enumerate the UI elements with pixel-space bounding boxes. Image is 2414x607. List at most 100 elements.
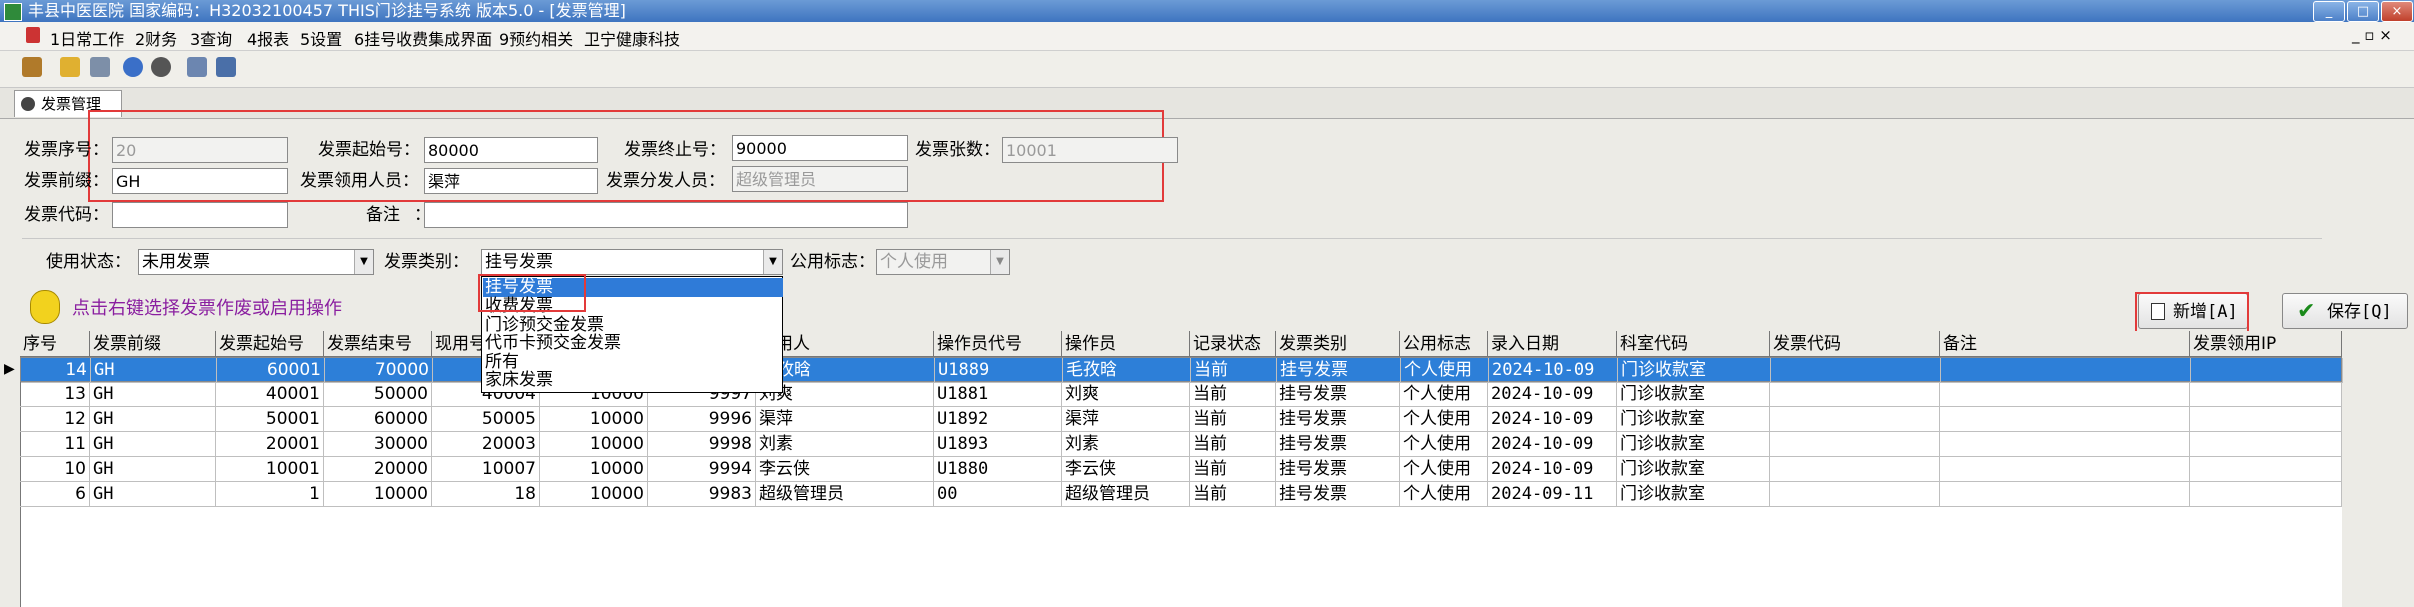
- minimize-button[interactable]: _: [2313, 1, 2345, 22]
- column-header[interactable]: 公用标志: [1400, 331, 1488, 357]
- app-icon: [4, 3, 22, 21]
- menu-registration-integration[interactable]: 6挂号收费集成界面: [354, 26, 492, 50]
- table-cell: 挂号发票: [1276, 432, 1400, 457]
- column-header[interactable]: 发票前缀: [90, 331, 216, 357]
- key-icon[interactable]: [60, 57, 80, 77]
- dropdown-option[interactable]: 家床发票: [483, 371, 783, 390]
- table-cell: 当前: [1190, 432, 1276, 457]
- printer-icon[interactable]: [90, 57, 110, 77]
- column-header[interactable]: 发票类别: [1276, 331, 1400, 357]
- current-row-indicator-icon: ▶: [4, 361, 15, 377]
- table-cell: 个人使用: [1401, 358, 1489, 383]
- table-cell: [2190, 382, 2342, 407]
- column-header[interactable]: 序号: [20, 331, 90, 357]
- table-cell: 20001: [216, 432, 324, 457]
- chevron-down-icon[interactable]: ▼: [354, 250, 373, 274]
- table-row[interactable]: 14 GH 60001 70000 毛孜晗 U1889 毛孜晗 当前 挂号发票 个人使用 2024-…: [20, 357, 2343, 383]
- menu-app-icon: [26, 27, 40, 43]
- prefix-field[interactable]: GH: [112, 168, 288, 194]
- save-button[interactable]: ✔ 保存[Q]: [2282, 293, 2408, 329]
- menu-query[interactable]: 3查询: [190, 26, 232, 50]
- menu-finance[interactable]: 2财务: [135, 26, 177, 50]
- window-title: 丰县中医医院 国家编码：H32032100457 THIS门诊挂号系统 版本5.…: [28, 1, 626, 20]
- table-cell: 10000: [540, 457, 648, 482]
- remark-field[interactable]: [424, 202, 908, 228]
- table-row[interactable]: 13 GH 40001 50000 40004 10000 9997 刘爽 U1881 刘爽 当前挂…: [20, 382, 2342, 407]
- table-cell: 10000: [540, 432, 648, 457]
- table-cell: 门诊收款室: [1617, 407, 1770, 432]
- table-cell: 门诊收款室: [1617, 382, 1770, 407]
- table-cell: 50001: [216, 407, 324, 432]
- exit-icon[interactable]: [216, 57, 236, 77]
- user-icon[interactable]: [151, 57, 171, 77]
- menu-bar: 1日常工作 2财务 3查询 4报表 5设置 6挂号收费集成界面 9预约相关 卫宁…: [0, 22, 2414, 51]
- menu-settings[interactable]: 5设置: [300, 26, 342, 50]
- lock-icon[interactable]: [22, 57, 42, 77]
- end-number-field[interactable]: 90000: [732, 135, 908, 161]
- table-cell: [1940, 382, 2190, 407]
- checkmark-icon: ✔: [2297, 299, 2316, 324]
- column-header[interactable]: 发票结束号: [324, 331, 432, 357]
- highlight-box-dropdown: [478, 274, 586, 312]
- table-cell: 刘爽: [1062, 382, 1190, 407]
- table-cell: [1770, 457, 1940, 482]
- table-cell: 当前: [1190, 482, 1276, 507]
- table-cell: 60001: [217, 358, 325, 383]
- table-row[interactable]: 10 GH 10001 20000 10007 10000 9994 李云侠 U1880 李云侠当…: [20, 457, 2342, 482]
- help-icon[interactable]: [123, 57, 143, 77]
- close-button[interactable]: ×: [2381, 1, 2413, 22]
- table-cell: 门诊收款室: [1617, 432, 1770, 457]
- table-row[interactable]: 6 GH 1 10000 18 10000 9983 超级管理员 00 超级管理员 当前 挂号发票 个人…: [20, 482, 2342, 507]
- column-header[interactable]: 发票起始号: [216, 331, 324, 357]
- menu-appointment[interactable]: 9预约相关: [499, 26, 573, 50]
- column-header[interactable]: 科室代码: [1617, 331, 1770, 357]
- mdi-controls[interactable]: _ ▫ ×: [2352, 26, 2392, 44]
- column-header[interactable]: 操作员代号: [934, 331, 1062, 357]
- table-cell: 当前: [1191, 358, 1277, 383]
- table-cell: [1940, 457, 2190, 482]
- table-cell: [2190, 482, 2342, 507]
- receiver-field[interactable]: 渠萍: [424, 168, 598, 194]
- table-cell: 挂号发票: [1277, 358, 1401, 383]
- type-filter-select[interactable]: 挂号发票 ▼: [481, 249, 783, 275]
- table-cell: 挂号发票: [1276, 407, 1400, 432]
- table-cell: 渠萍: [1062, 407, 1190, 432]
- table-row[interactable]: 11 GH 20001 30000 20003 10000 9998 刘素 U1893 刘素 当前挂…: [20, 432, 2342, 457]
- start-number-field[interactable]: 80000: [424, 137, 598, 163]
- status-filter-select[interactable]: 未用发票 ▼: [138, 249, 374, 275]
- window-icon[interactable]: [187, 57, 207, 77]
- menu-daily-work[interactable]: 1日常工作: [50, 26, 124, 50]
- table-cell: 2024-10-09: [1488, 457, 1617, 482]
- table-cell: 毛孜晗: [1063, 358, 1191, 383]
- column-header[interactable]: 记录状态: [1190, 331, 1276, 357]
- column-header[interactable]: 发票代码: [1770, 331, 1940, 357]
- maximize-button[interactable]: □: [2347, 1, 2379, 22]
- invoice-code-field[interactable]: [112, 202, 288, 228]
- distributor-field: 超级管理员: [732, 166, 908, 192]
- table-cell: 刘素: [1062, 432, 1190, 457]
- chevron-down-icon[interactable]: ▼: [763, 250, 782, 274]
- table-cell: [1940, 407, 2190, 432]
- table-cell: 9983: [648, 482, 756, 507]
- table-cell: 2024-10-09: [1489, 358, 1618, 383]
- column-header[interactable]: 发票领用IP: [2190, 331, 2342, 357]
- table-cell: 00: [934, 482, 1062, 507]
- column-header[interactable]: 备注: [1940, 331, 2190, 357]
- table-row[interactable]: 12 GH 50001 60000 50005 10000 9996 渠萍 U1892 渠萍 当前挂…: [20, 407, 2342, 432]
- table-cell: 当前: [1190, 382, 1276, 407]
- public-flag-label: 公用标志：: [790, 252, 875, 272]
- column-header[interactable]: 操作员: [1062, 331, 1190, 357]
- table-cell: 18: [432, 482, 540, 507]
- table-cell: 个人使用: [1400, 382, 1488, 407]
- menu-winning-health[interactable]: 卫宁健康科技: [584, 26, 680, 50]
- distributor-label: 发票分发人员：: [606, 171, 725, 191]
- table-cell: [1770, 407, 1940, 432]
- table-cell: [1941, 358, 2191, 383]
- table-cell: [1770, 482, 1940, 507]
- count-label: 发票张数：: [915, 140, 1000, 160]
- dropdown-option[interactable]: 代币卡预交金发票: [483, 334, 783, 353]
- table-cell: 挂号发票: [1276, 482, 1400, 507]
- table-cell: [1940, 482, 2190, 507]
- menu-report[interactable]: 4报表: [247, 26, 289, 50]
- column-header[interactable]: 录入日期: [1488, 331, 1617, 357]
